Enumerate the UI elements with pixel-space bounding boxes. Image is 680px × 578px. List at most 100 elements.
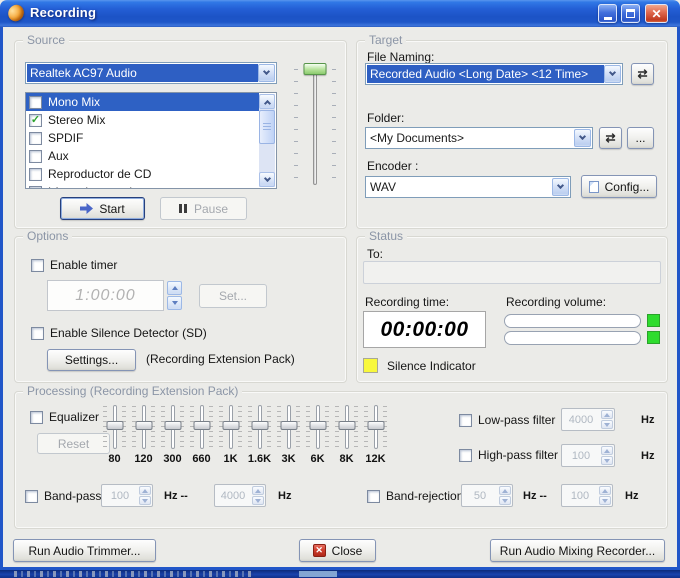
folder-browse-button[interactable]: ... — [627, 127, 654, 149]
eq-slider-12k[interactable]: 12K — [361, 404, 390, 468]
slider-thumb[interactable] — [251, 421, 268, 430]
config-button[interactable]: Config... — [581, 175, 657, 198]
slider-thumb[interactable] — [106, 421, 123, 430]
eq-slider-300[interactable]: 300 — [158, 404, 187, 468]
slider-thumb[interactable] — [193, 421, 210, 430]
list-item-0[interactable]: Mono Mix — [26, 93, 259, 111]
list-item-2[interactable]: SPDIF — [26, 129, 259, 147]
volume-slider-thumb[interactable] — [304, 63, 327, 75]
tick-marks — [332, 69, 336, 181]
scroll-track[interactable] — [259, 145, 275, 172]
scroll-up-button[interactable] — [259, 94, 275, 109]
volume-indicator-left — [647, 314, 660, 327]
refresh-icon: ⇄ — [637, 67, 647, 81]
spinner-buttons[interactable] — [600, 409, 614, 430]
checkbox[interactable] — [29, 132, 42, 145]
enable-silence-detector-checkbox[interactable] — [31, 327, 44, 340]
settings-button[interactable]: Settings... — [47, 349, 136, 371]
close-button[interactable]: ✕ — [645, 4, 668, 23]
checkbox[interactable] — [29, 96, 42, 109]
eq-slider-8k[interactable]: 8K — [332, 404, 361, 468]
list-item-3[interactable]: Aux — [26, 147, 259, 165]
set-button[interactable]: Set... — [199, 284, 267, 308]
low-pass-filter-label: Low-pass filter — [478, 413, 555, 427]
band-pass-from-field[interactable]: 100 — [101, 484, 153, 507]
low-pass-value-field[interactable]: 4000 — [561, 408, 615, 431]
encoder-select[interactable]: WAV — [365, 176, 571, 198]
set-button-label: Set... — [219, 289, 247, 303]
source-volume-slider[interactable] — [287, 61, 343, 189]
scroll-thumb[interactable] — [259, 110, 275, 144]
list-item-1[interactable]: ✓ Stereo Mix — [26, 111, 259, 129]
band-rejection-from-field[interactable]: 50 — [461, 484, 513, 507]
folder-label: Folder: — [367, 111, 404, 125]
slider-thumb[interactable] — [164, 421, 181, 430]
file-naming-select[interactable]: Recorded Audio <Long Date> <12 Time> — [365, 63, 623, 85]
source-list-rows: Mono Mix ✓ Stereo Mix SPDIFAuxReproductor d… — [26, 93, 259, 188]
scroll-down-button[interactable] — [259, 172, 275, 187]
low-pass-filter-checkbox[interactable] — [459, 414, 472, 427]
pause-button-label: Pause — [194, 202, 228, 216]
spinner-buttons[interactable] — [598, 485, 612, 506]
slider-thumb[interactable] — [135, 421, 152, 430]
chevron-down-icon[interactable] — [552, 178, 569, 196]
high-pass-filter-checkbox[interactable] — [459, 449, 472, 462]
eq-slider-6k[interactable]: 6K — [303, 404, 332, 468]
start-button[interactable]: Start — [60, 197, 145, 220]
band-rejection-to-field[interactable]: 100 — [561, 484, 613, 507]
eq-slider-1.6k[interactable]: 1.6K — [245, 404, 274, 468]
spinner-buttons[interactable] — [251, 485, 265, 506]
run-audio-mixing-recorder-button[interactable]: Run Audio Mixing Recorder... — [490, 539, 665, 562]
run-audio-trimmer-button[interactable]: Run Audio Trimmer... — [13, 539, 156, 562]
timer-value-field[interactable]: 1:00:00 — [47, 280, 164, 311]
slider-thumb[interactable] — [222, 421, 239, 430]
chevron-down-icon[interactable] — [258, 64, 275, 82]
enable-timer-checkbox[interactable] — [31, 259, 44, 272]
spinner-buttons[interactable] — [600, 445, 614, 466]
chevron-down-icon[interactable] — [574, 129, 591, 147]
band-pass-checkbox[interactable] — [25, 490, 38, 503]
slider-thumb[interactable] — [367, 421, 384, 430]
list-item-label: Stereo Mix — [48, 113, 105, 127]
slider-thumb[interactable] — [309, 421, 326, 430]
folder-refresh-button[interactable]: ⇄ — [599, 127, 622, 149]
eq-slider-1k[interactable]: 1K — [216, 404, 245, 468]
spin-up-icon — [502, 489, 508, 493]
checkbox[interactable] — [29, 186, 42, 190]
eq-slider-3k[interactable]: 3K — [274, 404, 303, 468]
source-device-select[interactable]: Realtek AC97 Audio — [25, 62, 277, 84]
band-rejection-checkbox[interactable] — [367, 490, 380, 503]
folder-select[interactable]: <My Documents> — [365, 127, 593, 149]
spin-up-icon — [142, 489, 148, 493]
band-pass-to-field[interactable]: 4000 — [214, 484, 266, 507]
close-dialog-label: Close — [332, 544, 363, 558]
start-icon — [80, 203, 93, 214]
timer-spinner[interactable] — [167, 281, 182, 310]
file-naming-refresh-button[interactable]: ⇄ — [631, 63, 654, 85]
spinner-buttons[interactable] — [498, 485, 512, 506]
spinner-buttons[interactable] — [138, 485, 152, 506]
title-bar[interactable]: Recording ✕ — [0, 0, 680, 27]
list-item-5[interactable]: Línea de entrada — [26, 183, 259, 189]
high-pass-value-field[interactable]: 100 — [561, 444, 615, 467]
checkbox[interactable]: ✓ — [29, 114, 42, 127]
checkbox[interactable] — [29, 168, 42, 181]
spin-down-button[interactable] — [167, 296, 182, 310]
equalizer-checkbox[interactable] — [30, 411, 43, 424]
pause-button[interactable]: Pause — [160, 197, 247, 220]
eq-slider-120[interactable]: 120 — [129, 404, 158, 468]
eq-slider-660[interactable]: 660 — [187, 404, 216, 468]
spin-up-button[interactable] — [167, 281, 182, 295]
slider-thumb[interactable] — [280, 421, 297, 430]
checkbox[interactable] — [29, 150, 42, 163]
maximize-button[interactable] — [621, 4, 640, 23]
minimize-button[interactable] — [598, 4, 617, 23]
list-item-4[interactable]: Reproductor de CD — [26, 165, 259, 183]
eq-slider-80[interactable]: 80 — [100, 404, 129, 468]
recording-volume-label: Recording volume: — [506, 295, 606, 309]
folder-value: <My Documents> — [367, 129, 574, 147]
chevron-down-icon[interactable] — [604, 65, 621, 83]
close-dialog-button[interactable]: ✕ Close — [299, 539, 376, 562]
slider-thumb[interactable] — [338, 421, 355, 430]
source-list-scrollbar[interactable] — [259, 94, 275, 187]
